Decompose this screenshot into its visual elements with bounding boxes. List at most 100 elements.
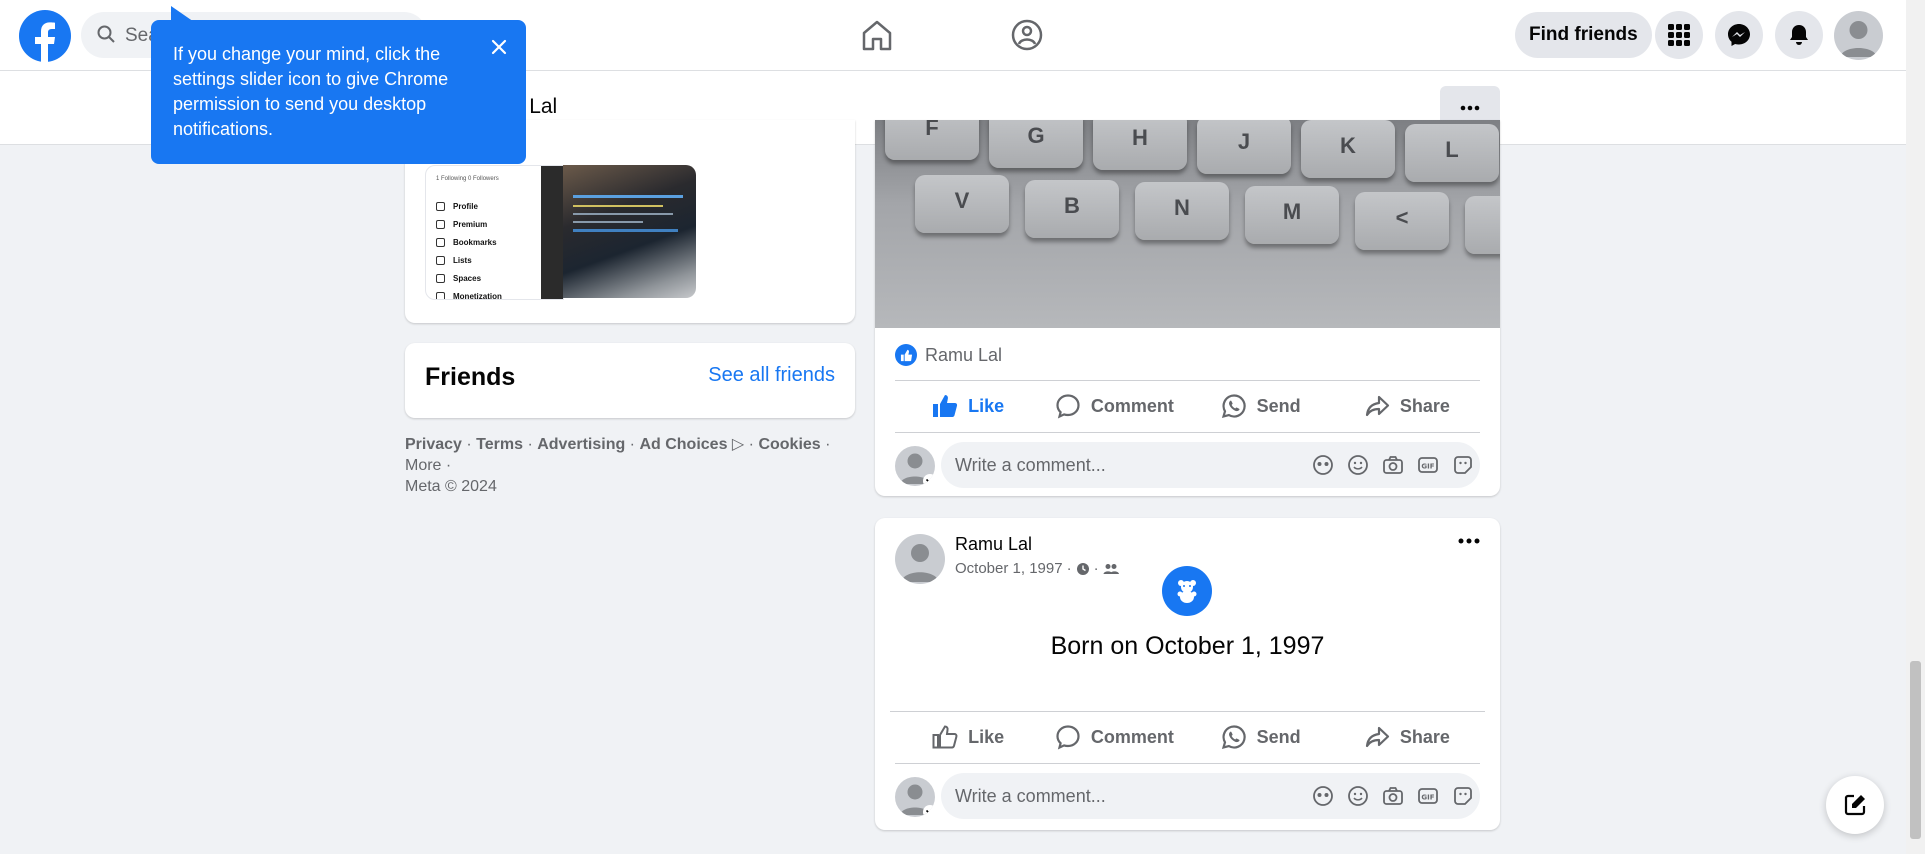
see-all-friends-link[interactable]: See all friends <box>708 364 835 387</box>
friends-audience-icon[interactable] <box>1103 562 1119 576</box>
author-name[interactable]: Ramu Lal <box>955 534 1032 555</box>
more-link[interactable]: More <box>405 457 441 474</box>
send-button[interactable]: Send <box>1188 382 1334 430</box>
post-actions: Like Comment Send Share <box>895 713 1480 761</box>
gif-icon[interactable]: GIF <box>1417 785 1439 807</box>
thumb-menu-item: Spaces <box>436 274 481 283</box>
copyright: Meta © 2024 <box>405 478 497 495</box>
chevron-down-icon[interactable] <box>923 474 935 486</box>
friends-card: Friends See all friends <box>405 343 855 418</box>
share-button[interactable]: Share <box>1334 713 1480 761</box>
page-scrollbar[interactable] <box>1906 0 1925 854</box>
like-label: Like <box>968 395 1005 416</box>
terms-link[interactable]: Terms <box>476 436 523 453</box>
new-message-button[interactable] <box>1826 776 1884 834</box>
comment-placeholder: Write a comment... <box>955 786 1106 806</box>
comment-composer: Write a comment... GIF <box>895 773 1480 821</box>
friends-title: Friends <box>425 363 516 391</box>
chevron-down-icon[interactable] <box>923 805 935 817</box>
comment-input[interactable]: Write a comment... GIF <box>941 773 1480 819</box>
avatar-sticker-icon[interactable] <box>1312 785 1334 807</box>
home-icon[interactable] <box>858 16 896 54</box>
camera-icon[interactable] <box>1382 454 1404 476</box>
comment-tools: GIF <box>1312 454 1474 476</box>
keyboard-key: M <box>1245 186 1339 244</box>
photo-thumbnail[interactable] <box>563 165 696 298</box>
comment-button[interactable]: Comment <box>1041 382 1187 430</box>
post-card: F G H J K L V B N M < > Ramu Lal Like Co… <box>875 120 1500 496</box>
comment-input[interactable]: Write a comment... GIF <box>941 442 1480 488</box>
footer-links: Privacy · Terms · Advertising · Ad Choic… <box>405 436 831 495</box>
comment-button[interactable]: Comment <box>1041 713 1187 761</box>
whatsapp-icon <box>1221 725 1246 750</box>
comment-tools: GIF <box>1312 785 1474 807</box>
advertising-link[interactable]: Advertising <box>537 436 625 453</box>
share-button[interactable]: Share <box>1334 382 1480 430</box>
divider <box>895 380 1480 381</box>
comment-icon <box>1056 725 1080 750</box>
like-button[interactable]: Like <box>895 382 1041 430</box>
find-friends-button[interactable]: Find friends <box>1515 12 1652 58</box>
emoji-icon[interactable] <box>1347 785 1369 807</box>
gif-icon[interactable]: GIF <box>1417 454 1439 476</box>
thumb-menu-item: Profile <box>436 202 478 211</box>
like-icon <box>933 395 958 417</box>
keyboard-key: > <box>1465 196 1500 254</box>
post-more-options-icon[interactable] <box>1458 538 1480 544</box>
divider <box>895 432 1480 433</box>
ad-choices-link[interactable]: Ad Choices <box>639 436 727 453</box>
thumb-header: 1 Following 0 Followers <box>436 176 499 182</box>
ad-choices-icon: ▷ <box>731 436 745 453</box>
thumb-menu-item: Lists <box>436 256 472 265</box>
post-card: Ramu Lal October 1, 1997 · · Born on Oct… <box>875 518 1500 830</box>
reacted-by-name: Ramu Lal <box>925 344 1003 365</box>
scrollbar-thumb[interactable] <box>1910 661 1921 839</box>
facebook-logo-icon[interactable] <box>19 10 71 62</box>
keyboard-key: J <box>1197 120 1291 174</box>
like-button[interactable]: Like <box>895 713 1041 761</box>
close-icon[interactable] <box>490 38 508 56</box>
divider <box>890 711 1485 712</box>
emoji-icon[interactable] <box>1347 454 1369 476</box>
post-photo[interactable]: F G H J K L V B N M < > <box>875 120 1500 328</box>
keyboard-key: B <box>1025 180 1119 238</box>
groups-icon[interactable] <box>1008 16 1046 54</box>
notifications-bell-icon[interactable] <box>1775 11 1823 59</box>
keyboard-key: F <box>885 120 979 160</box>
divider <box>895 763 1480 764</box>
menu-grid-icon[interactable] <box>1655 11 1703 59</box>
like-reaction-icon <box>895 344 917 366</box>
svg-text:GIF: GIF <box>1421 794 1434 802</box>
reactions-summary[interactable]: Ramu Lal <box>895 344 1002 366</box>
thumb-menu-item: Premium <box>436 220 487 229</box>
comment-avatar[interactable] <box>895 777 935 817</box>
cookies-link[interactable]: Cookies <box>758 436 820 453</box>
keyboard-key: H <box>1093 120 1187 170</box>
post-date[interactable]: October 1, 1997 <box>955 560 1063 577</box>
comment-label: Comment <box>1090 395 1174 416</box>
comment-composer: Write a comment... GIF <box>895 442 1480 490</box>
keyboard-key: N <box>1135 182 1229 240</box>
author-avatar[interactable] <box>895 534 945 584</box>
sticker-icon[interactable] <box>1452 785 1474 807</box>
post-actions: Like Comment Send Share <box>895 382 1480 430</box>
compose-icon <box>1842 792 1868 818</box>
comment-icon <box>1056 394 1080 419</box>
comment-label: Comment <box>1090 726 1174 747</box>
send-button[interactable]: Send <box>1188 713 1334 761</box>
life-event-title: Born on October 1, 1997 <box>1050 632 1325 660</box>
camera-icon[interactable] <box>1382 785 1404 807</box>
comment-avatar[interactable] <box>895 446 935 486</box>
account-avatar[interactable] <box>1834 11 1883 60</box>
keyboard-key: K <box>1301 120 1395 178</box>
keyboard-key: < <box>1355 192 1449 250</box>
sticker-icon[interactable] <box>1452 454 1474 476</box>
notification-permission-tooltip: If you change your mind, click the setti… <box>151 6 526 164</box>
privacy-link[interactable]: Privacy <box>405 436 462 453</box>
teddy-bear-icon <box>1162 566 1212 616</box>
thumb-menu-item: Bookmarks <box>436 238 497 247</box>
keyboard-key: V <box>915 175 1009 233</box>
photo-thumbnail[interactable]: 1 Following 0 Followers Profile Premium … <box>425 165 564 300</box>
avatar-sticker-icon[interactable] <box>1312 454 1334 476</box>
messenger-icon[interactable] <box>1715 11 1763 59</box>
